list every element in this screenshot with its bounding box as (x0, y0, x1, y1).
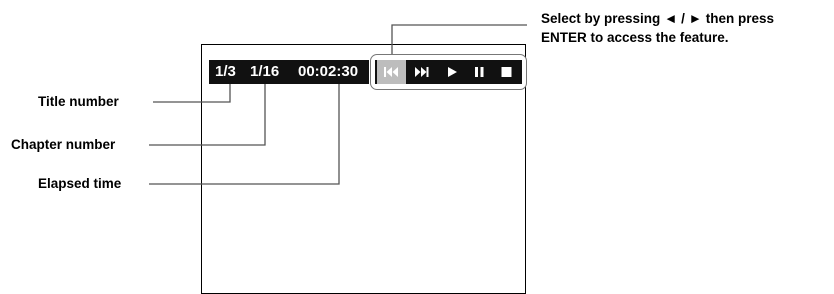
play-icon (448, 67, 457, 77)
osd-status-bar: 1/3 1/16 00:02:30 (209, 60, 369, 84)
chapter-number-label: Chapter number (11, 137, 116, 152)
stop-icon (501, 67, 512, 77)
elapsed-time-label: Elapsed time (38, 176, 122, 191)
skip-forward-button[interactable] (408, 60, 436, 84)
skip-back-icon (384, 67, 398, 77)
instruction-line-1: Select by pressing ◄ / ► then press (541, 11, 775, 26)
title-counter: 1/3 (215, 63, 236, 80)
pause-button[interactable] (467, 60, 493, 84)
pause-icon (475, 67, 484, 77)
instruction-note: Select by pressing ◄ / ► then press ENTE… (541, 9, 774, 47)
title-number-label: Title number (38, 94, 119, 109)
chapter-counter: 1/16 (250, 63, 280, 80)
skip-back-button[interactable] (377, 60, 406, 84)
instruction-line-2: ENTER to access the feature. (541, 30, 729, 45)
skip-forward-icon (415, 67, 429, 77)
stop-button[interactable] (494, 60, 520, 84)
elapsed-time-display: 00:02:30 (298, 63, 359, 80)
play-button[interactable] (440, 60, 466, 84)
